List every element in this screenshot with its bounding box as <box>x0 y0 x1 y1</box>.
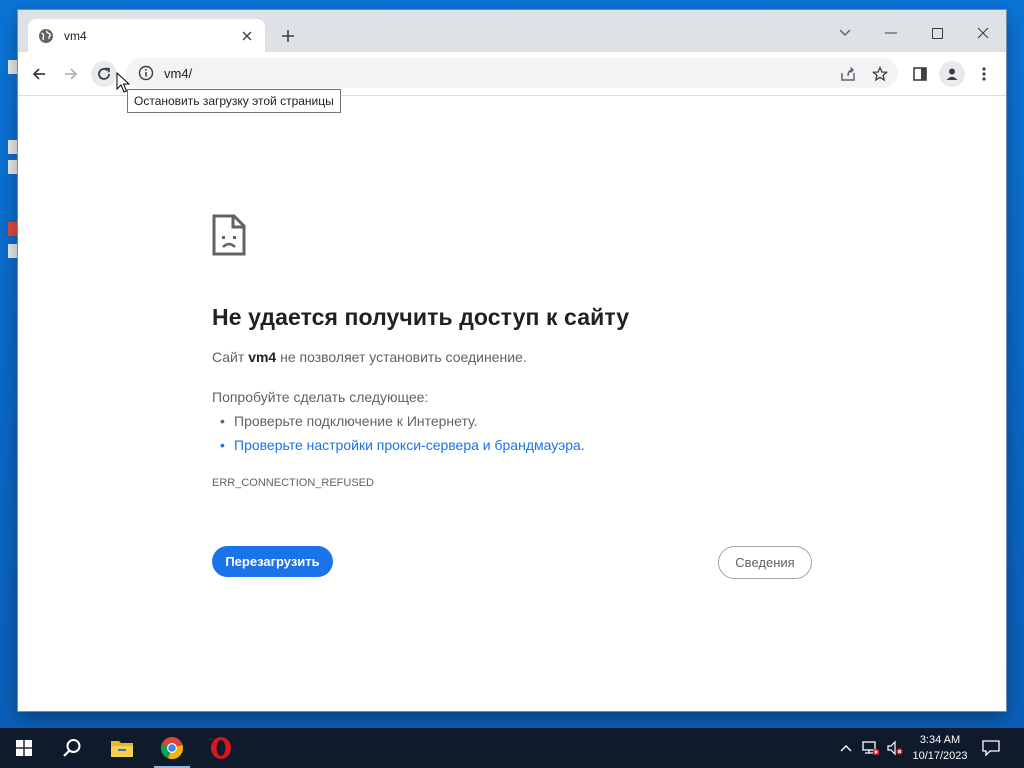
back-button[interactable] <box>26 61 52 87</box>
chrome-icon[interactable] <box>148 728 196 768</box>
error-message: Сайт vm4 не позволяет установить соедине… <box>212 349 527 365</box>
search-icon[interactable] <box>48 728 96 768</box>
minimize-button[interactable] <box>868 18 914 48</box>
error-host: vm4 <box>248 349 277 365</box>
desktop-icon-fragment[interactable] <box>8 160 18 174</box>
suggestion-item: • Проверьте подключение к Интернету. <box>220 413 478 429</box>
taskbar: 3:34 AM 10/17/2023 <box>0 728 1024 768</box>
menu-kebab-icon[interactable] <box>971 61 997 87</box>
tray-chevron-up-icon[interactable] <box>836 728 856 768</box>
browser-window: vm4 vm4/ Не удается получить доступ к са… <box>18 10 1006 711</box>
suggestion-text: Проверьте подключение к Интернету. <box>234 413 478 429</box>
file-explorer-icon[interactable] <box>98 728 146 768</box>
suggestion-item: • Проверьте настройки прокси-сервера и б… <box>220 437 585 453</box>
proxy-firewall-link[interactable]: Проверьте настройки прокси-сервера и бра… <box>234 437 581 453</box>
side-panel-icon[interactable] <box>907 61 933 87</box>
address-bar[interactable]: vm4/ <box>126 58 898 88</box>
bookmark-star-icon[interactable] <box>868 62 892 86</box>
tab-close-icon[interactable] <box>239 28 255 44</box>
browser-tab[interactable]: vm4 <box>28 19 265 52</box>
error-page: Не удается получить доступ к сайту Сайт … <box>18 96 1006 711</box>
desktop-icon-fragment[interactable] <box>8 60 18 74</box>
desktop-icon-fragment[interactable] <box>8 140 18 154</box>
globe-icon <box>38 28 54 44</box>
error-title: Не удается получить доступ к сайту <box>212 304 630 330</box>
sad-page-icon <box>212 214 246 256</box>
maximize-button[interactable] <box>914 18 960 48</box>
suggestion-link-tail: . <box>580 437 585 453</box>
desktop-icon-fragment[interactable] <box>8 244 18 258</box>
reload-button[interactable] <box>91 61 117 87</box>
clock-time: 3:34 AM <box>919 734 961 746</box>
close-window-button[interactable] <box>960 18 1006 48</box>
site-info-icon[interactable] <box>138 65 154 81</box>
error-message-suffix: не позволяет установить соединение. <box>280 349 527 365</box>
suggestions-heading: Попробуйте сделать следующее: <box>212 389 429 405</box>
taskbar-clock[interactable]: 3:34 AM 10/17/2023 <box>906 732 974 764</box>
share-icon[interactable] <box>836 62 860 86</box>
mouse-cursor-icon <box>116 71 131 94</box>
reload-page-button[interactable]: Перезагрузить <box>212 546 333 577</box>
notifications-icon[interactable] <box>980 728 1002 768</box>
volume-muted-icon[interactable] <box>884 728 906 768</box>
reload-tooltip: Остановить загрузку этой страницы <box>127 89 341 113</box>
error-code: ERR_CONNECTION_REFUSED <box>212 477 374 489</box>
new-tab-button[interactable] <box>276 24 300 48</box>
windows-start-icon[interactable] <box>0 728 48 768</box>
url-text: vm4/ <box>164 65 193 81</box>
clock-date: 10/17/2023 <box>912 750 968 762</box>
tab-search-chevron-icon[interactable] <box>822 18 868 48</box>
network-icon[interactable] <box>860 728 882 768</box>
profile-avatar-icon[interactable] <box>939 61 965 87</box>
desktop-icon-fragment[interactable] <box>8 222 18 236</box>
title-bar: vm4 <box>18 10 1006 52</box>
tab-title: vm4 <box>64 28 87 43</box>
forward-button[interactable] <box>58 61 84 87</box>
details-button[interactable]: Сведения <box>718 546 812 579</box>
opera-icon[interactable] <box>197 728 245 768</box>
error-message-prefix: Сайт <box>212 349 245 365</box>
